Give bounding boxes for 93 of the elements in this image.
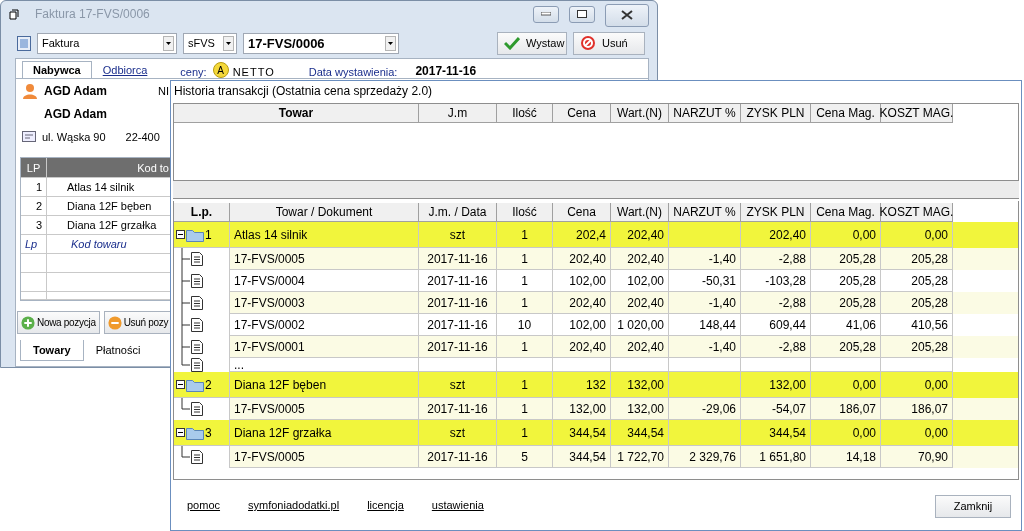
- maximize-button[interactable]: [569, 5, 595, 23]
- column-header: Towar / Dokument: [230, 203, 419, 222]
- minimize-icon: [541, 12, 551, 16]
- new-item-button[interactable]: Nowa pozycja: [17, 311, 100, 334]
- document-icon: [191, 450, 203, 464]
- issue-button[interactable]: Wystaw: [497, 31, 567, 55]
- table-cell: 1 722,70: [611, 446, 669, 468]
- row-number: 2: [205, 377, 212, 392]
- buyer-name: AGD Adam: [44, 107, 107, 121]
- checkmark-icon: [504, 36, 520, 50]
- table-cell: 1: [21, 178, 47, 197]
- form-icon: [17, 35, 31, 51]
- table-cell: 17-FVS/0005: [230, 446, 419, 468]
- close-button[interactable]: Zamknij: [935, 494, 1011, 518]
- table-cell: 3: [21, 216, 47, 235]
- column-header: Cena Mag.: [811, 104, 881, 123]
- column-header: NARZUT %: [669, 203, 741, 222]
- row-number: 1: [205, 227, 212, 242]
- table-cell: 2: [21, 197, 47, 216]
- minus-circle-icon: [107, 315, 122, 330]
- maximize-icon: [577, 10, 587, 18]
- table-cell: 1 651,80: [741, 446, 811, 468]
- remove-item-button[interactable]: Usuń pozy: [103, 311, 173, 334]
- folder-icon: [186, 425, 204, 440]
- table-cell: 2 329,76: [669, 446, 741, 468]
- close-icon: [621, 10, 633, 20]
- prohibited-icon: [580, 35, 596, 51]
- document-type-dropdown[interactable]: Faktura: [37, 32, 177, 54]
- footer-link[interactable]: pomoc: [187, 499, 221, 511]
- row-number: 3: [205, 425, 212, 440]
- collapse-icon[interactable]: [176, 230, 185, 239]
- person-icon: [22, 83, 38, 100]
- column-header: J.m: [419, 104, 497, 123]
- input-field[interactable]: Lp: [21, 235, 47, 254]
- document-icon: [191, 252, 203, 266]
- column-header: ZYSK PLN: [741, 104, 811, 123]
- document-icon: [191, 340, 203, 354]
- close-button[interactable]: [605, 3, 649, 27]
- column-header: Cena Mag.: [811, 203, 881, 222]
- price-mode-badge: A: [212, 62, 229, 78]
- footer-link[interactable]: symfoniadodatki.pl: [248, 499, 340, 511]
- table-cell: 2017-11-16: [419, 446, 497, 468]
- table-cell: 344,54: [553, 446, 611, 468]
- table-cell: [21, 254, 47, 273]
- app-icon: [9, 8, 19, 20]
- footer-link[interactable]: ustawienia: [431, 499, 484, 511]
- column-header: Towar: [174, 104, 419, 123]
- column-header: ZYSK PLN: [741, 203, 811, 222]
- table-cell: 5: [497, 446, 553, 468]
- column-header: NARZUT %: [669, 104, 741, 123]
- table-cell: 70,90: [881, 446, 953, 468]
- folder-icon: [186, 377, 204, 392]
- collapse-icon[interactable]: [176, 380, 185, 389]
- window-title: Faktura 17-FVS/0006: [34, 7, 151, 21]
- document-icon: [191, 402, 203, 416]
- splitter-bar[interactable]: [173, 181, 1019, 199]
- tab[interactable]: Nabywca: [22, 61, 92, 78]
- footer-link[interactable]: licencja: [367, 499, 404, 511]
- column-header: KOSZT MAG.: [881, 104, 953, 123]
- column-header: Cena: [553, 203, 611, 222]
- address-card-icon: [22, 131, 36, 143]
- column-header: Wart.(N): [611, 104, 669, 123]
- document-icon: [191, 318, 203, 332]
- column-header: Cena: [553, 104, 611, 123]
- tab[interactable]: Odbiorca: [91, 61, 159, 78]
- postcode: 22-400: [125, 130, 160, 143]
- column-header: J.m. / Data: [419, 203, 497, 222]
- street-address: ul. Wąska 90: [42, 130, 106, 143]
- column-header: Ilość: [497, 203, 553, 222]
- column-header: Wart.(N): [611, 203, 669, 222]
- column-header: Ilość: [497, 104, 553, 123]
- issue-date: 2017-11-16: [415, 64, 477, 78]
- tab[interactable]: Płatności: [83, 340, 153, 361]
- folder-icon: [186, 227, 204, 242]
- collapse-icon[interactable]: [176, 428, 185, 437]
- delete-button[interactable]: Usuń: [573, 31, 645, 55]
- tab[interactable]: Towary: [20, 340, 84, 361]
- document-icon: [191, 274, 203, 288]
- document-number-field[interactable]: 17-FVS/0006: [243, 32, 399, 54]
- window-title: Historia transakcji (Ostatnia cena sprzedaży 2.0): [173, 83, 434, 100]
- column-header: LP: [21, 158, 47, 178]
- column-header: L.p.: [174, 203, 230, 222]
- price-mode: NETTO: [232, 66, 275, 78]
- date-label: Data wystawienia:: [308, 66, 398, 78]
- column-header: KOSZT MAG.: [881, 203, 953, 222]
- buyer-name: AGD Adam: [44, 84, 108, 99]
- plus-circle-icon: [21, 315, 35, 330]
- table-cell: [21, 273, 47, 292]
- table-cell: 14,18: [811, 446, 881, 468]
- series-dropdown[interactable]: sFVS: [183, 32, 237, 54]
- nip-label: NI: [158, 85, 169, 98]
- document-icon: [191, 296, 203, 310]
- prices-label: ceny:: [180, 66, 207, 78]
